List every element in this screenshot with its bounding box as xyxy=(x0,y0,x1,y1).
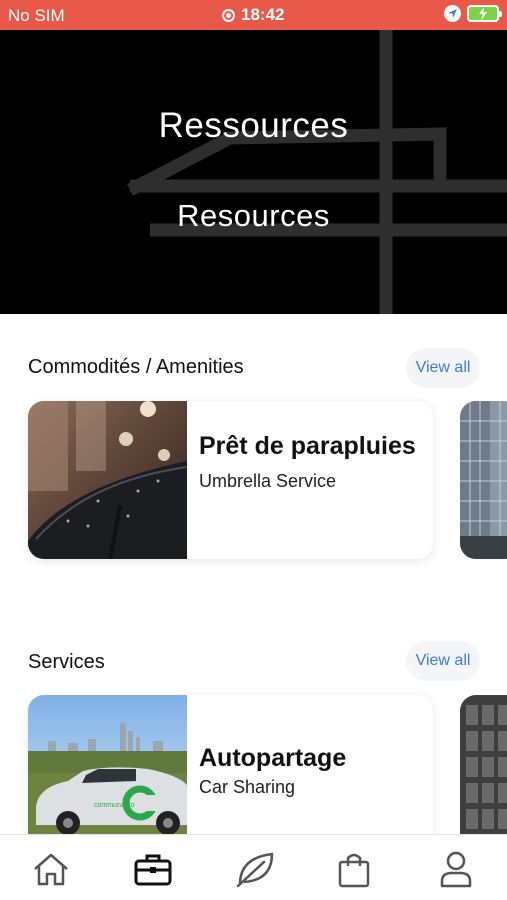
hero-banner: Ressources Resources xyxy=(0,30,507,314)
section-title-services: Services xyxy=(28,651,105,673)
card-subtitle: Umbrella Service xyxy=(199,471,337,491)
car-photo: communauto xyxy=(28,695,187,834)
location-icon xyxy=(444,5,461,22)
amenity-card-next[interactable] xyxy=(460,401,507,559)
briefcase-icon xyxy=(134,854,172,886)
tab-sustainability[interactable] xyxy=(232,849,278,889)
umbrella-photo xyxy=(28,401,187,559)
service-card-next[interactable] xyxy=(460,695,507,834)
screen-recording-icon xyxy=(222,8,235,22)
bottom-tab-bar xyxy=(0,834,507,900)
view-all-amenities-button[interactable]: View all xyxy=(406,348,480,388)
section-title-amenities: Commodités / Amenities xyxy=(28,356,244,378)
card-subtitle: Car Sharing xyxy=(199,777,296,797)
home-icon xyxy=(34,853,68,886)
building-photo xyxy=(460,401,507,559)
card-title: Prêt de parapluies xyxy=(199,432,416,460)
lockers-photo xyxy=(460,695,507,834)
logo-watermark xyxy=(127,30,507,314)
svg-text:communauto: communauto xyxy=(94,802,135,809)
profile-icon xyxy=(440,851,472,888)
tab-shop[interactable] xyxy=(331,849,377,889)
card-title: Autopartage xyxy=(199,744,347,772)
view-all-services-button[interactable]: View all xyxy=(406,641,480,681)
service-card-car-sharing[interactable]: communauto Autopartage Car Sharing xyxy=(28,695,433,834)
clock: 18:42 xyxy=(222,5,284,25)
battery-charging-icon xyxy=(467,5,502,22)
hero-title-en: Resources xyxy=(177,198,330,233)
carrier-label: No SIM xyxy=(8,6,65,25)
tab-resources[interactable] xyxy=(130,849,176,889)
hero-title-fr: Ressources xyxy=(158,106,349,145)
amenity-card-umbrella[interactable]: Prêt de parapluies Umbrella Service xyxy=(28,401,433,559)
tab-profile[interactable] xyxy=(433,849,479,889)
time-label: 18:42 xyxy=(241,5,285,24)
status-bar: No SIM 18:42 xyxy=(0,0,507,30)
shopping-bag-icon xyxy=(338,853,370,888)
tab-home[interactable] xyxy=(28,849,74,889)
leaf-icon xyxy=(236,852,274,888)
